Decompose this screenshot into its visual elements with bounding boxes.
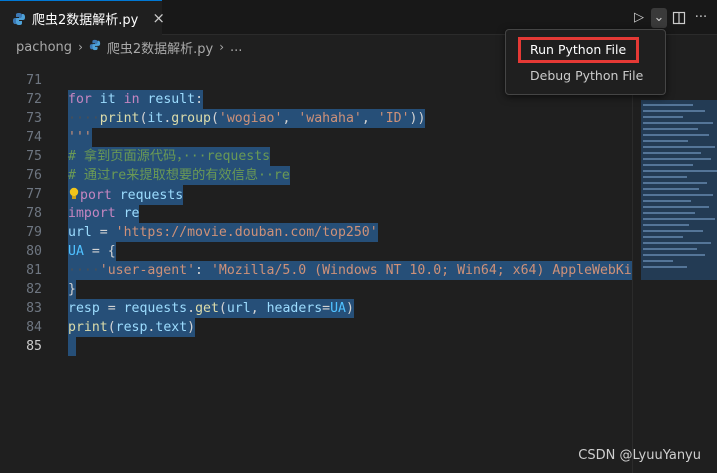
- minimap-line: [643, 218, 715, 220]
- watermark: CSDN @LyuuYanyu: [578, 448, 701, 463]
- minimap-line: [643, 110, 705, 112]
- minimap-line: [643, 266, 687, 268]
- line-number: 85: [26, 339, 42, 354]
- minimap-line: [643, 134, 709, 136]
- python-file-icon: [89, 39, 101, 55]
- minimap-line: [643, 242, 711, 244]
- minimap-selection: [641, 100, 717, 280]
- minimap-line: [643, 152, 701, 154]
- code-line: 83 print(resp.text): [0, 280, 632, 337]
- run-icon[interactable]: ▷: [629, 8, 649, 28]
- editor-tab[interactable]: 爬虫2数据解析.py ×: [0, 0, 165, 35]
- minimap-line: [643, 158, 711, 160]
- highlight-box: [518, 37, 639, 63]
- minimap-line: [643, 116, 683, 118]
- code-line: 77 import re: [0, 166, 632, 223]
- debug-python-file-item[interactable]: Debug Python File: [506, 62, 665, 88]
- code-line: 85: [0, 318, 632, 354]
- minimap-line: [643, 128, 698, 130]
- code-line: 82 resp = requests.get(url, headers=UA): [0, 261, 632, 318]
- code-line: 74 # 拿到页面源代码，···requests: [0, 109, 632, 166]
- breadcrumb-more[interactable]: ...: [230, 40, 242, 55]
- minimap-line: [643, 140, 688, 142]
- minimap-line: [643, 170, 717, 172]
- minimap-line: [643, 212, 695, 214]
- code-line: 79 UA = {: [0, 204, 632, 261]
- minimap-line: [643, 182, 707, 184]
- chevron-right-icon: ›: [78, 40, 83, 54]
- breadcrumb-folder[interactable]: pachong: [16, 40, 72, 55]
- code-line: 75 # 通过re来提取想要的有效信息··re: [0, 128, 632, 185]
- python-file-icon: [12, 11, 26, 25]
- minimap-line: [643, 254, 705, 256]
- minimap-line: [643, 260, 673, 262]
- chevron-right-icon: ›: [219, 40, 225, 54]
- code-editor[interactable]: 71 for it in result: 72 ····print(it.gro…: [0, 56, 632, 473]
- split-editor-icon[interactable]: [669, 8, 689, 28]
- minimap-line: [643, 194, 713, 196]
- code-line: 76 port requests: [0, 147, 632, 205]
- line-text: [68, 337, 76, 356]
- minimap-line: [643, 188, 699, 190]
- code-line: 84: [0, 299, 632, 356]
- more-actions-icon[interactable]: ···: [691, 8, 711, 28]
- minimap-line: [643, 236, 683, 238]
- code-line: 78 url = 'https://movie.douban.com/top25…: [0, 185, 632, 242]
- code-line: 80 ····'user-agent': 'Mozilla/5.0 (Windo…: [0, 223, 632, 280]
- minimap-line: [643, 164, 693, 166]
- minimap-line: [643, 248, 697, 250]
- minimap-line: [643, 146, 715, 148]
- code-line: 81 }: [0, 242, 632, 299]
- minimap-line: [643, 224, 689, 226]
- minimap-line: [643, 230, 703, 232]
- minimap-line: [643, 104, 693, 106]
- minimap[interactable]: [632, 56, 717, 473]
- tab-label: 爬虫2数据解析.py: [32, 12, 139, 28]
- run-dropdown-menu: Run Python File Debug Python File: [505, 29, 666, 95]
- minimap-line: [643, 122, 713, 124]
- minimap-line: [643, 176, 687, 178]
- close-icon[interactable]: ×: [152, 9, 165, 27]
- chevron-down-icon[interactable]: ⌄: [651, 7, 667, 28]
- minimap-line: [643, 200, 691, 202]
- breadcrumb-file[interactable]: 爬虫2数据解析.py: [107, 38, 213, 57]
- minimap-line: [643, 206, 709, 208]
